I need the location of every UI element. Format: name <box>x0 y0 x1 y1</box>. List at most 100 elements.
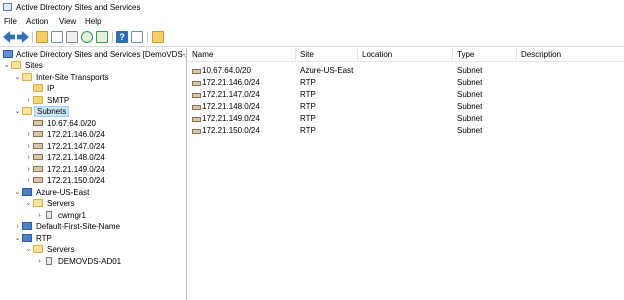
help-icon[interactable]: ? <box>116 31 128 43</box>
cell-type: Subnet <box>457 114 483 123</box>
subnet-icon <box>192 117 201 122</box>
subnet-icon <box>192 81 201 86</box>
refresh-icon[interactable] <box>81 31 93 43</box>
tree-node-server-cwmgr1-label: cwmgr1 <box>58 211 87 220</box>
cell-name: 172.21.148.0/24 <box>202 102 260 111</box>
cell-type: Subnet <box>457 78 483 87</box>
cell-site: RTP <box>300 126 316 135</box>
chevron-down-icon[interactable]: ⌄ <box>14 106 21 117</box>
menu-file[interactable]: File <box>4 17 17 26</box>
toolbar-separator <box>32 32 33 43</box>
back-icon[interactable] <box>3 31 15 43</box>
table-row[interactable]: 172.21.146.0/24 RTP Subnet <box>188 77 624 89</box>
subnet-icon <box>33 143 43 149</box>
folder-icon <box>33 245 43 253</box>
cell-site: RTP <box>300 90 316 99</box>
tree-node-servers-label: Servers <box>47 199 75 208</box>
chevron-right-icon[interactable]: › <box>36 210 43 221</box>
tree-node-subnet-label: 172.21.148.0/24 <box>47 153 105 162</box>
column-header-location[interactable]: Location <box>358 48 453 62</box>
tree-node-site-default-first-site-name-label: Default-First-Site-Name <box>36 222 121 231</box>
table-row[interactable]: 10.67.64.0/20 Azure-US-East Subnet <box>188 65 624 77</box>
cell-name: 10.67.64.0/20 <box>202 66 251 75</box>
tree-node-site-rtp-label: RTP <box>36 234 52 243</box>
export-list-icon[interactable] <box>96 31 108 43</box>
tree-node-subnet-label: 172.21.150.0/24 <box>47 176 105 185</box>
subnet-icon <box>33 154 43 160</box>
table-row[interactable]: 172.21.150.0/24 RTP Subnet <box>188 125 624 137</box>
folder-icon <box>11 61 21 69</box>
subnet-icon <box>192 69 201 74</box>
folder-icon <box>22 107 32 115</box>
new-item-icon[interactable] <box>152 31 164 43</box>
properties-icon[interactable] <box>66 31 78 43</box>
table-row[interactable]: 172.21.148.0/24 RTP Subnet <box>188 101 624 113</box>
console-tree[interactable]: Active Directory Sites and Services [Dem… <box>0 48 187 300</box>
subnet-icon <box>192 93 201 98</box>
toolbar: ? <box>0 29 624 47</box>
table-row[interactable]: 172.21.149.0/24 RTP Subnet <box>188 113 624 125</box>
column-header-type[interactable]: Type <box>453 48 517 62</box>
server-icon <box>46 211 52 219</box>
menu-help[interactable]: Help <box>85 17 101 26</box>
table-row[interactable]: 172.21.147.0/24 RTP Subnet <box>188 89 624 101</box>
show-pane-icon[interactable] <box>131 31 143 43</box>
chevron-right-icon[interactable]: › <box>25 152 32 163</box>
subnet-icon <box>33 131 43 137</box>
forward-icon[interactable] <box>17 31 29 43</box>
chevron-right-icon[interactable]: › <box>14 221 21 232</box>
tree-node-sites-label: Sites <box>25 61 43 70</box>
toolbar-separator <box>147 32 148 43</box>
tree-node-subnet-label: 172.21.146.0/24 <box>47 130 105 139</box>
chevron-right-icon[interactable]: › <box>36 256 43 267</box>
tree-node-subnet-label: 10.67.64.0/20 <box>47 119 96 128</box>
cell-type: Subnet <box>457 102 483 111</box>
cell-site: Azure-US-East <box>300 66 354 75</box>
chevron-down-icon[interactable]: ⌄ <box>14 233 21 244</box>
tree-node-smtp-label: SMTP <box>47 96 70 105</box>
cell-name: 172.21.149.0/24 <box>202 114 260 123</box>
chevron-right-icon[interactable]: › <box>25 164 32 175</box>
chevron-down-icon[interactable]: ⌄ <box>14 72 21 83</box>
subnet-icon <box>33 177 43 183</box>
tree-node-subnets-label: Subnets <box>34 106 70 117</box>
tree-node-subnet-label: 172.21.147.0/24 <box>47 142 105 151</box>
column-header-description[interactable]: Description <box>517 48 624 62</box>
column-header-row: Name Site Location Type Description <box>188 48 624 62</box>
tree-node-subnet-label: 172.21.149.0/24 <box>47 165 105 174</box>
tree-node-ip-label: IP <box>47 84 55 93</box>
chevron-down-icon[interactable]: ⌄ <box>25 244 32 255</box>
subnet-icon <box>33 120 43 126</box>
site-icon <box>22 188 32 196</box>
chevron-right-icon[interactable]: › <box>25 129 32 140</box>
cell-name: 172.21.147.0/24 <box>202 90 260 99</box>
chevron-down-icon[interactable]: ⌄ <box>14 187 21 198</box>
menu-bar: File Action View Help <box>0 16 624 29</box>
menu-view[interactable]: View <box>59 17 76 26</box>
column-header-site[interactable]: Site <box>296 48 358 62</box>
subnet-icon <box>192 129 201 134</box>
cell-name: 172.21.146.0/24 <box>202 78 260 87</box>
cell-site: RTP <box>300 78 316 87</box>
up-folder-icon[interactable] <box>36 31 48 43</box>
subnet-icon <box>192 105 201 110</box>
folder-icon <box>33 199 43 207</box>
result-pane[interactable]: Name Site Location Type Description 10.6… <box>188 48 624 300</box>
cell-site: RTP <box>300 114 316 123</box>
menu-action[interactable]: Action <box>26 17 48 26</box>
toolbar-separator <box>112 32 113 43</box>
show-hide-tree-icon[interactable] <box>51 31 63 43</box>
cell-site: RTP <box>300 102 316 111</box>
tree-node-servers-label: Servers <box>47 245 75 254</box>
chevron-right-icon[interactable]: › <box>25 175 32 186</box>
chevron-right-icon[interactable]: › <box>25 95 32 106</box>
tree-node-root-label: Active Directory Sites and Services [Dem… <box>16 50 187 59</box>
folder-icon <box>22 73 32 81</box>
column-header-name[interactable]: Name <box>188 48 296 62</box>
cell-type: Subnet <box>457 66 483 75</box>
console-icon <box>3 3 12 11</box>
window-title: Active Directory Sites and Services <box>16 3 141 12</box>
chevron-right-icon[interactable]: › <box>25 141 32 152</box>
chevron-down-icon[interactable]: ⌄ <box>3 60 10 71</box>
chevron-down-icon[interactable]: ⌄ <box>25 198 32 209</box>
